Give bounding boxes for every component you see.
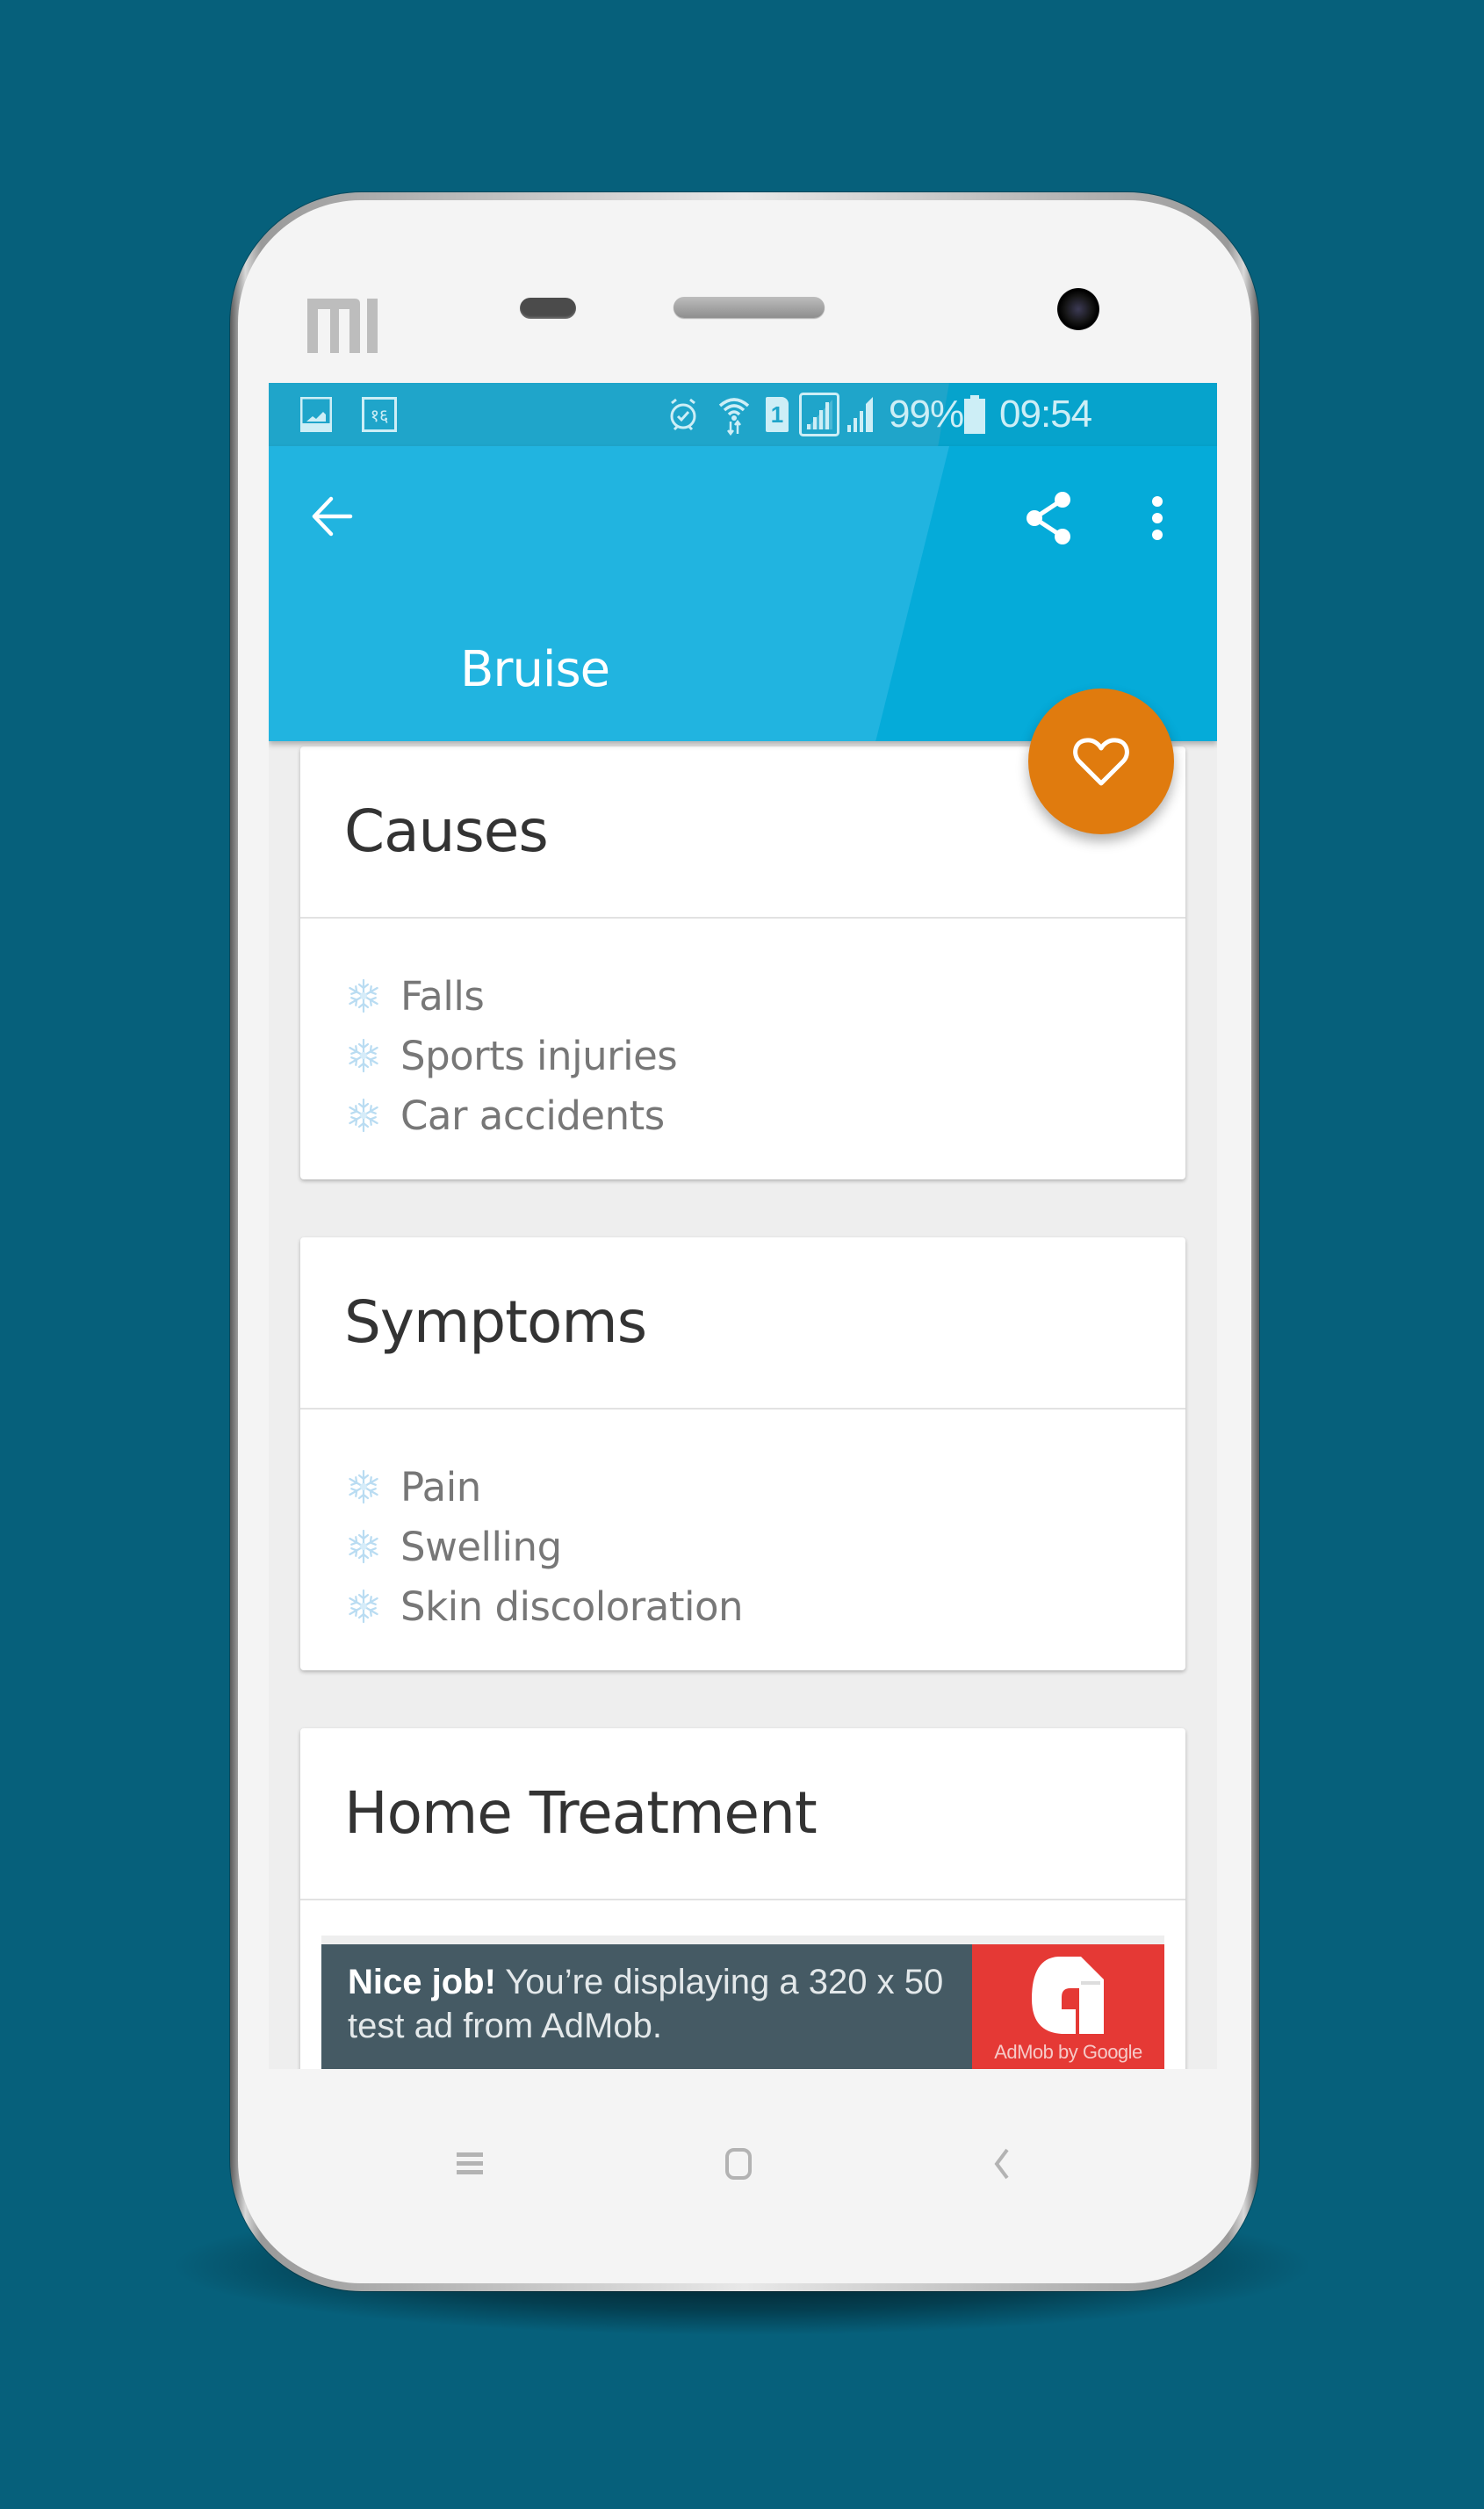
symptoms-card: Symptoms Pain Swelling Skin discoloratio… <box>300 1237 1185 1670</box>
page-title: Bruise <box>460 641 610 698</box>
clock: 09:54 <box>999 393 1092 436</box>
card-list: Pain Swelling Skin discoloration <box>300 1410 1185 1636</box>
list-item: Car accidents <box>344 1085 1185 1145</box>
share-button[interactable] <box>1022 490 1075 546</box>
list-item: Pain <box>344 1457 1185 1517</box>
snowflake-bullet-icon <box>344 1466 383 1508</box>
battery-percentage: 99% <box>889 393 964 436</box>
list-item: Falls <box>344 966 1185 1026</box>
home-treatment-card: Home Treatment Nice job! You’re displayi… <box>300 1728 1185 2069</box>
content-scroll[interactable]: Causes Falls Sports injuries Car acciden… <box>269 741 1217 2069</box>
ad-banner-content[interactable]: Nice job! You’re displaying a 320 x 50 t… <box>321 1944 1164 2069</box>
sim-1-icon: 1 <box>766 383 789 446</box>
card-title: Home Treatment <box>344 1779 818 1847</box>
snowflake-bullet-icon <box>344 1094 383 1136</box>
signal-sim1-icon <box>799 383 839 446</box>
more-vert-icon <box>1152 496 1163 540</box>
ad-text: Nice job! You’re displaying a 320 x 50 t… <box>348 1963 944 2045</box>
menu-icon <box>457 2152 483 2174</box>
admob-logo: AdMob by Google <box>972 1944 1164 2069</box>
snowflake-bullet-icon <box>344 1035 383 1077</box>
snowflake-bullet-icon <box>344 1585 383 1627</box>
back-icon <box>994 2148 1009 2180</box>
snowflake-bullet-icon <box>344 1525 383 1568</box>
card-header: Symptoms <box>300 1237 1185 1410</box>
snowflake-bullet-icon <box>344 975 383 1017</box>
status-bar: १६ 1 99% 09:54 <box>269 383 1217 446</box>
home-icon <box>725 2148 752 2180</box>
front-camera <box>1057 288 1099 330</box>
signal-sim2-icon <box>846 383 876 446</box>
card-header: Home Treatment <box>300 1728 1185 1900</box>
admob-logo-icon <box>1032 1957 1104 2034</box>
earpiece-speaker <box>674 297 825 318</box>
gallery-notification-icon <box>300 383 332 446</box>
arrow-back-icon <box>312 496 353 537</box>
card-title: Causes <box>344 797 549 865</box>
phone-screen: १६ 1 99% 09:54 Bruise Causes Falls Sport… <box>269 383 1217 2069</box>
alarm-icon <box>668 383 698 446</box>
home-nav-button[interactable] <box>717 2138 760 2190</box>
battery-icon <box>964 383 985 446</box>
back-button[interactable] <box>306 490 358 543</box>
list-item: Swelling <box>344 1517 1185 1576</box>
menu-nav-button[interactable] <box>448 2138 492 2190</box>
wifi-icon <box>717 383 752 446</box>
ad-banner[interactable]: Nice job! You’re displaying a 320 x 50 t… <box>321 1936 1164 2069</box>
proximity-sensor <box>520 298 576 319</box>
share-icon <box>1027 492 1070 544</box>
favorite-fab-button[interactable] <box>1028 689 1174 834</box>
heart-outline-icon <box>1073 738 1129 786</box>
mi-logo-icon <box>307 299 378 353</box>
back-nav-button[interactable] <box>980 2138 1024 2190</box>
card-list: Falls Sports injuries Car accidents <box>300 919 1185 1145</box>
list-item: Sports injuries <box>344 1026 1185 1085</box>
more-options-button[interactable] <box>1140 490 1175 546</box>
card-title: Symptoms <box>344 1288 647 1356</box>
devanagari-16-notification-icon: १६ <box>362 383 397 446</box>
list-item: Skin discoloration <box>344 1576 1185 1636</box>
